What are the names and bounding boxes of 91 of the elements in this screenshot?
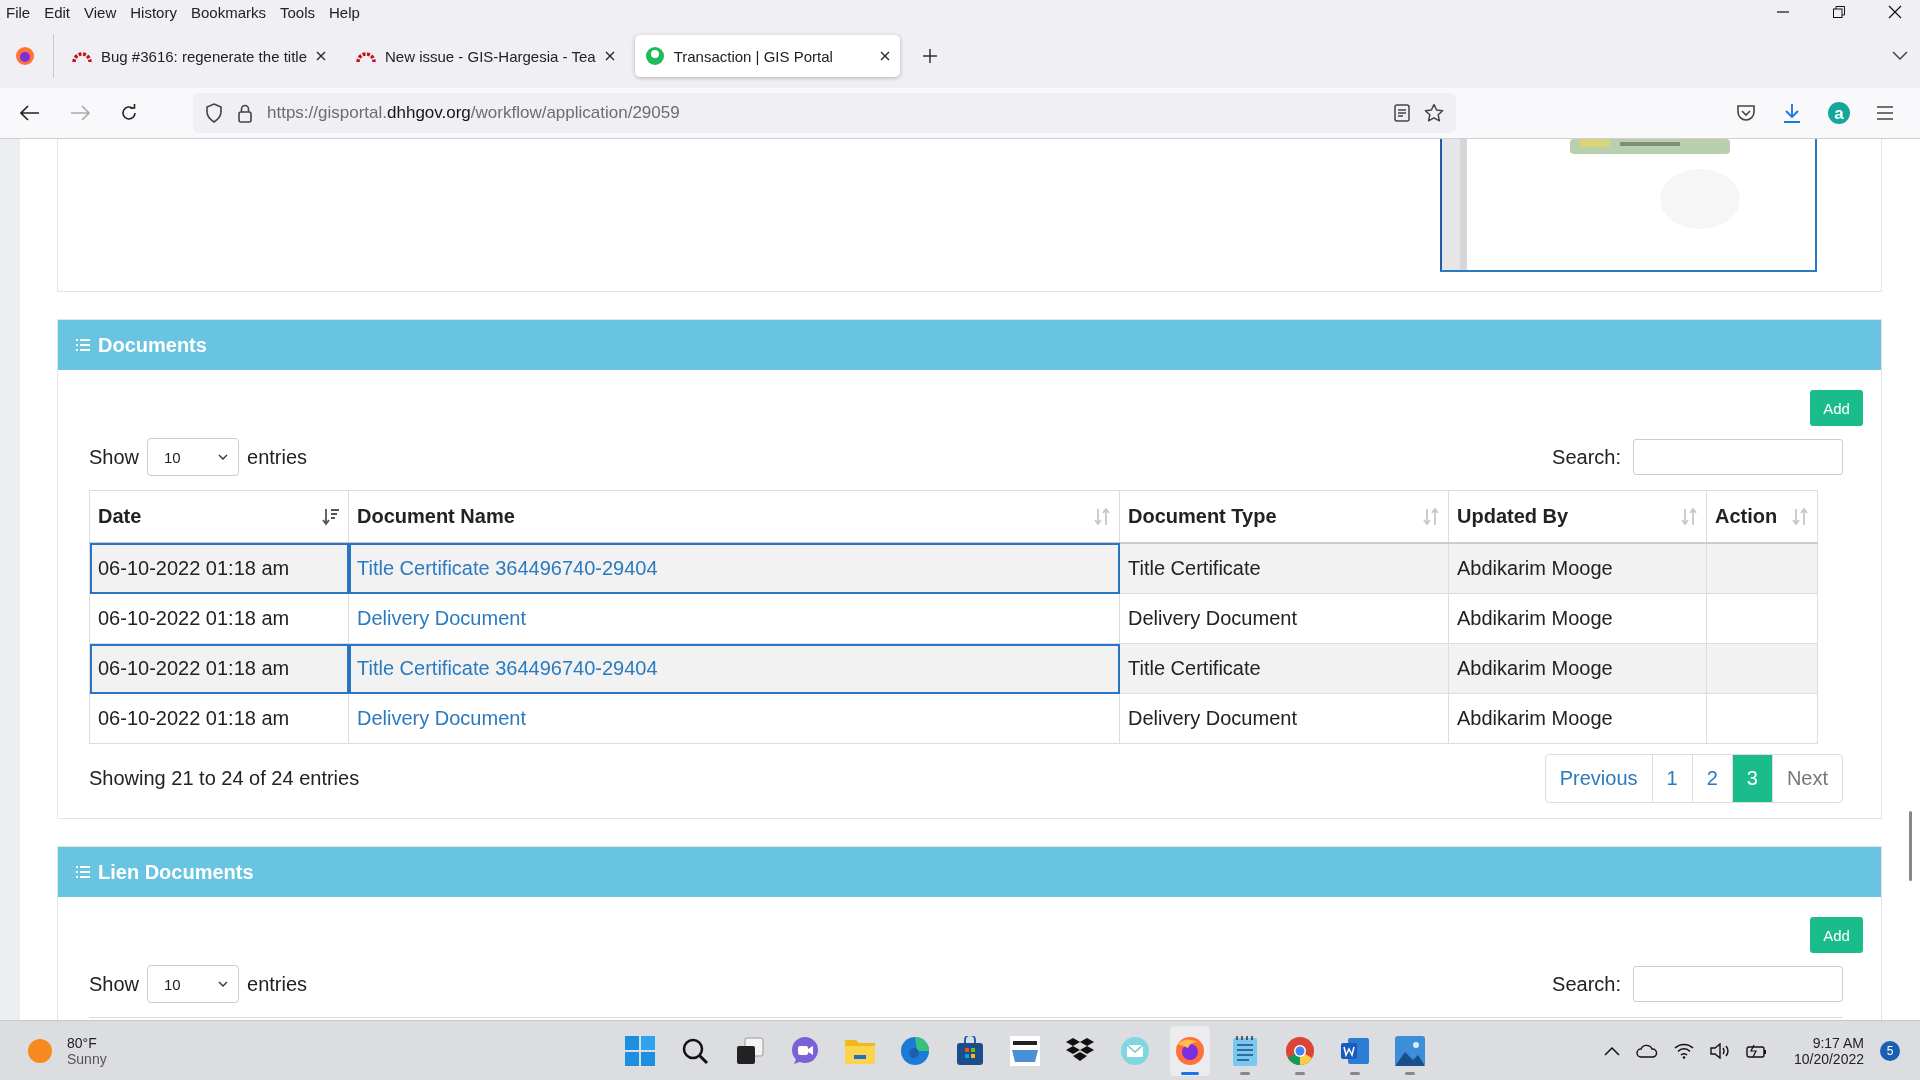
table-cell: Delivery Document (1119, 593, 1449, 644)
weather-condition: Sunny (67, 1050, 107, 1067)
page-button[interactable]: 2 (1691, 755, 1732, 802)
wifi-icon[interactable] (1673, 1042, 1694, 1059)
notification-badge[interactable]: 5 (1880, 1040, 1900, 1061)
volume-icon[interactable] (1709, 1042, 1730, 1059)
list-icon (76, 339, 90, 351)
site-icon (644, 46, 665, 66)
close-icon[interactable] (879, 51, 890, 61)
browser-tab[interactable]: Bug #3616: regenerate the title (62, 35, 336, 77)
lock-icon[interactable] (237, 103, 253, 123)
mail-icon (1120, 1035, 1151, 1066)
shield-icon[interactable] (205, 103, 223, 123)
document-app-icon (1340, 1035, 1371, 1066)
arch-icon (72, 50, 92, 62)
table-cell: Abdikarim Mooge (1448, 593, 1707, 644)
download-icon[interactable] (1782, 103, 1802, 123)
search-label: Search: (1552, 445, 1621, 469)
page-button[interactable]: 1 (1651, 755, 1692, 802)
arch-icon (356, 50, 376, 62)
table-cell: Delivery Document (1119, 693, 1449, 744)
shopping-bag-icon (956, 1035, 985, 1066)
browser-tab[interactable]: New issue - GIS-Hargesia - Tea (346, 35, 625, 77)
document-link[interactable]: Title Certificate 364496740-29404 (357, 557, 658, 579)
new-tab-icon[interactable] (921, 48, 938, 64)
windows-stack-icon (736, 1036, 765, 1065)
close-icon[interactable] (1888, 5, 1902, 19)
table-cell: 06-10-2022 01:18 am (89, 643, 349, 694)
battery-icon[interactable] (1745, 1042, 1768, 1059)
restore-icon[interactable] (1832, 5, 1846, 19)
url-text: https://gisportal.dhhgov.org/workflow/application/29059 (267, 103, 680, 123)
scrollbar-thumb[interactable] (1908, 811, 1912, 881)
table-info: Showing 21 to 24 of 24 entries (89, 767, 360, 790)
star-icon[interactable] (1424, 103, 1444, 123)
entries-select[interactable]: 10 (147, 965, 240, 1003)
table-cell: Abdikarim Mooge (1448, 543, 1707, 594)
close-icon[interactable] (604, 51, 615, 61)
chevron-icon[interactable] (1892, 51, 1908, 61)
reload-icon[interactable] (120, 104, 138, 122)
document-link[interactable]: Delivery Document (357, 607, 526, 629)
browser-tab[interactable]: Transaction | GIS Portal (634, 35, 900, 77)
caret-icon (218, 981, 229, 987)
menu-item[interactable]: Bookmarks (190, 3, 266, 21)
back-icon[interactable] (20, 105, 40, 121)
browser-circle-icon (1285, 1035, 1316, 1066)
clock[interactable]: 9:17 AM 10/20/2022 (1793, 1034, 1864, 1067)
menu-item[interactable]: History (130, 3, 177, 21)
search-label: Search: (1552, 972, 1621, 996)
page-button[interactable]: Previous (1545, 755, 1652, 802)
cloud-icon[interactable] (1635, 1043, 1658, 1058)
table-cell: Title Certificate (1119, 543, 1449, 594)
menu-item[interactable]: File (6, 3, 31, 21)
reader-icon[interactable] (1394, 104, 1410, 122)
search-field[interactable] (1633, 439, 1843, 475)
temperature: 80°F (67, 1034, 98, 1051)
table-cell: 06-10-2022 01:18 am (89, 693, 349, 744)
document-link[interactable]: Title Certificate 364496740-29404 (357, 657, 658, 679)
list-icon (76, 866, 90, 878)
menu-item[interactable]: View (84, 3, 117, 21)
table-cell: Title Certificate (1119, 643, 1449, 694)
show-label: Show (89, 972, 140, 996)
table-cell: 06-10-2022 01:18 am (89, 593, 349, 644)
close-icon[interactable] (316, 51, 326, 61)
video-chat-icon (790, 1035, 821, 1066)
notepad-icon (1232, 1034, 1259, 1067)
caret-icon (218, 454, 229, 460)
search-field[interactable] (1633, 966, 1843, 1002)
pocket-icon[interactable] (1736, 104, 1756, 122)
entries-select[interactable]: 10 (147, 438, 240, 476)
menu-item[interactable]: Edit (44, 3, 71, 21)
browser-icon (1175, 1035, 1206, 1066)
section-title: Documents (98, 333, 207, 357)
entries-label: entries (247, 445, 308, 469)
browser-wave-icon (900, 1035, 931, 1066)
table-cell: Abdikarim Mooge (1448, 643, 1707, 694)
table-cell: Abdikarim Mooge (1448, 693, 1707, 744)
chevron-up-icon[interactable] (1603, 1045, 1620, 1056)
windows-icon (625, 1035, 656, 1066)
search-icon (681, 1036, 710, 1065)
document-link[interactable]: Delivery Document (357, 707, 526, 729)
show-label: Show (89, 445, 140, 469)
table-cell: 06-10-2022 01:18 am (89, 543, 349, 594)
menu-icon[interactable] (1876, 106, 1894, 120)
entries-label: entries (247, 972, 308, 996)
mountain-picture-icon (1395, 1035, 1426, 1066)
menu-item[interactable]: Help (329, 3, 360, 21)
section-title: Lien Documents (98, 860, 254, 884)
address-bar[interactable]: https://gisportal.dhhgov.org/workflow/application/29059 (193, 93, 1456, 133)
browser-icon[interactable] (15, 46, 35, 66)
menu-item[interactable]: Tools (280, 3, 315, 21)
sun-icon (27, 1037, 53, 1064)
